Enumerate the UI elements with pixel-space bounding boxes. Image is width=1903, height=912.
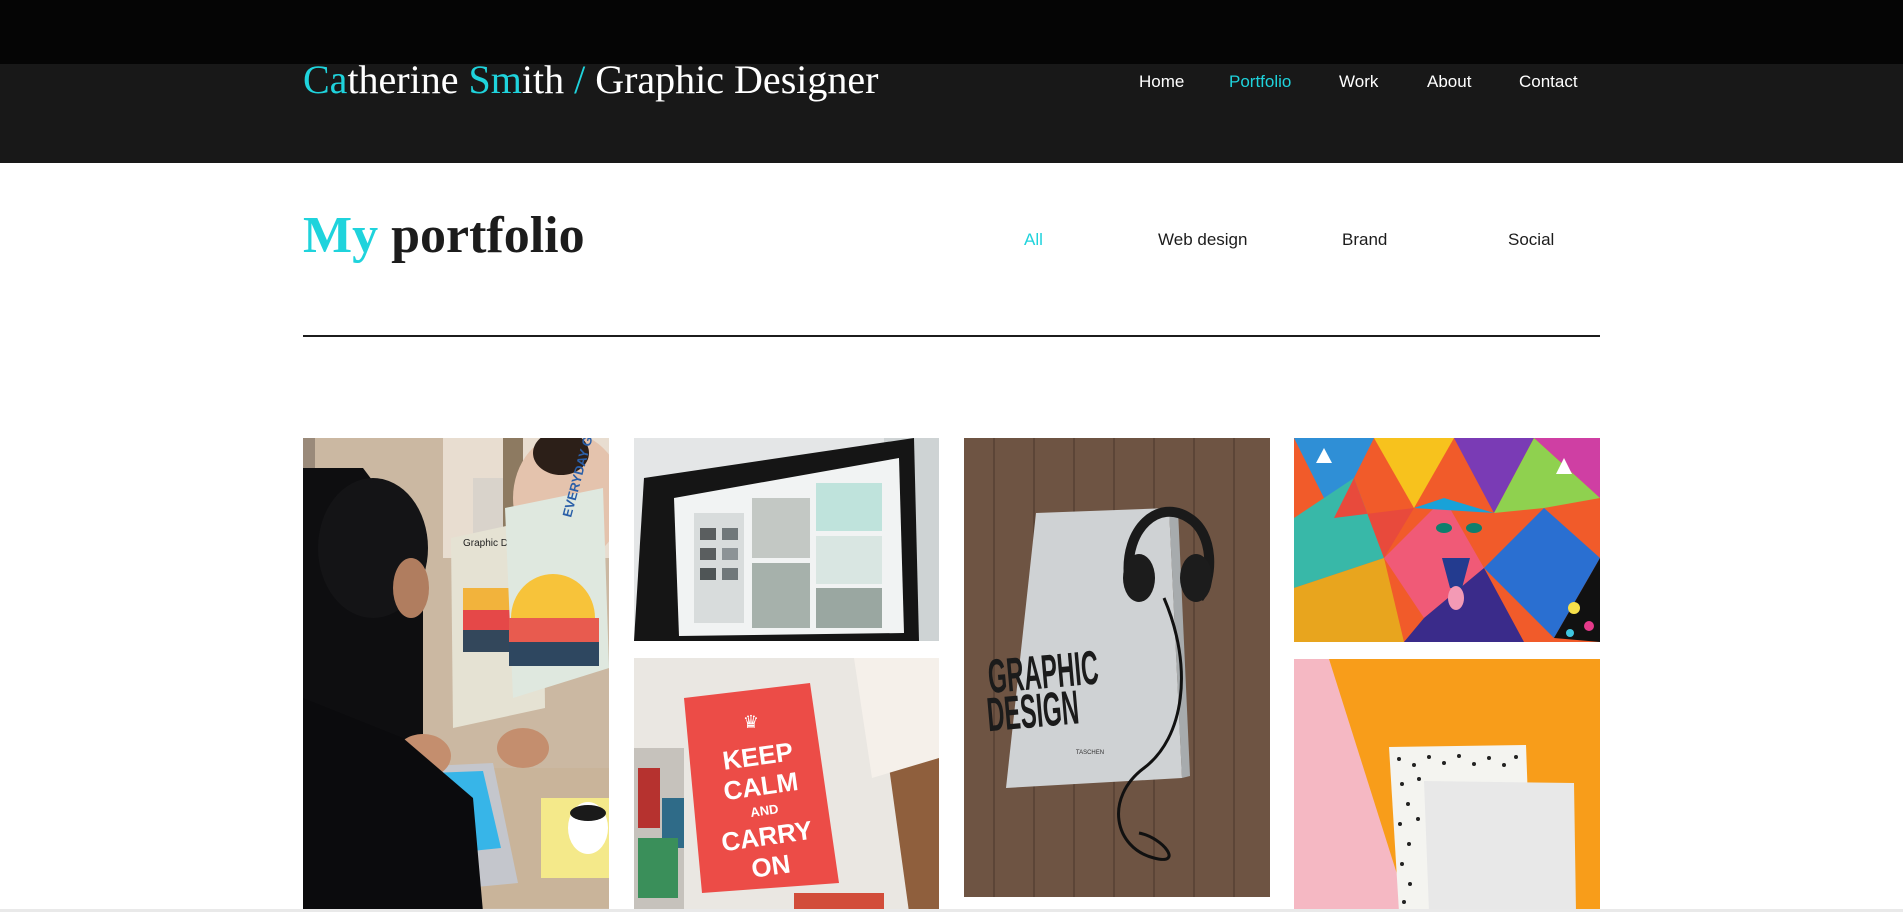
portfolio-item-keep-calm[interactable]: ♛ KEEP CALM AND CARRY ON [634,658,939,912]
brand-initial-last: Sm [468,57,522,102]
filter-brand[interactable]: Brand [1342,228,1387,252]
portfolio-item-book[interactable]: GRAPHIC DESIGN TASCHEN [964,438,1270,897]
page-title-rest: portfolio [378,207,585,264]
brand-separator: / [564,57,596,102]
brand-first-rest: therine [347,57,469,102]
book-publisher: TASCHEN [1076,750,1104,756]
portfolio-item-mural[interactable] [1294,438,1600,642]
brand-initial-first: Ca [303,57,348,102]
nav-work[interactable]: Work [1339,70,1378,94]
portfolio-item-workshop[interactable]: Graphic Desi EVERYDAY GRAPHIC [303,438,609,912]
workshop-image: Graphic Desi EVERYDAY GRAPHIC [303,438,609,912]
filter-social[interactable]: Social [1508,228,1554,252]
site-header [0,64,1903,163]
keep-calm-line-5: ON [749,849,792,884]
brand-role: Graphic Designer [595,57,879,102]
section-divider [303,335,1600,337]
keep-calm-image: ♛ KEEP CALM AND CARRY ON [634,658,939,912]
filter-all[interactable]: All [1024,228,1043,252]
top-strip [0,0,1903,64]
nav-contact[interactable]: Contact [1519,70,1578,94]
page-title-accent: My [303,207,379,264]
mural-image [1294,438,1600,642]
nav-home[interactable]: Home [1139,70,1184,94]
book-title-line-2: DESIGN [985,682,1081,743]
paper-image [1294,659,1600,912]
portfolio-item-monitor[interactable] [634,438,939,641]
page-title: My portfolio [303,206,585,266]
portfolio-item-paper[interactable] [1294,659,1600,912]
book-image: GRAPHIC DESIGN TASCHEN [964,438,1270,897]
brand-last-rest: ith [521,57,565,102]
filter-web-design[interactable]: Web design [1158,228,1247,252]
brand-logo[interactable]: Catherine Smith / Graphic Designer [303,56,878,106]
crown-icon: ♛ [743,712,759,732]
nav-about[interactable]: About [1427,70,1471,94]
monitor-image [634,438,939,641]
nav-portfolio[interactable]: Portfolio [1229,70,1291,94]
